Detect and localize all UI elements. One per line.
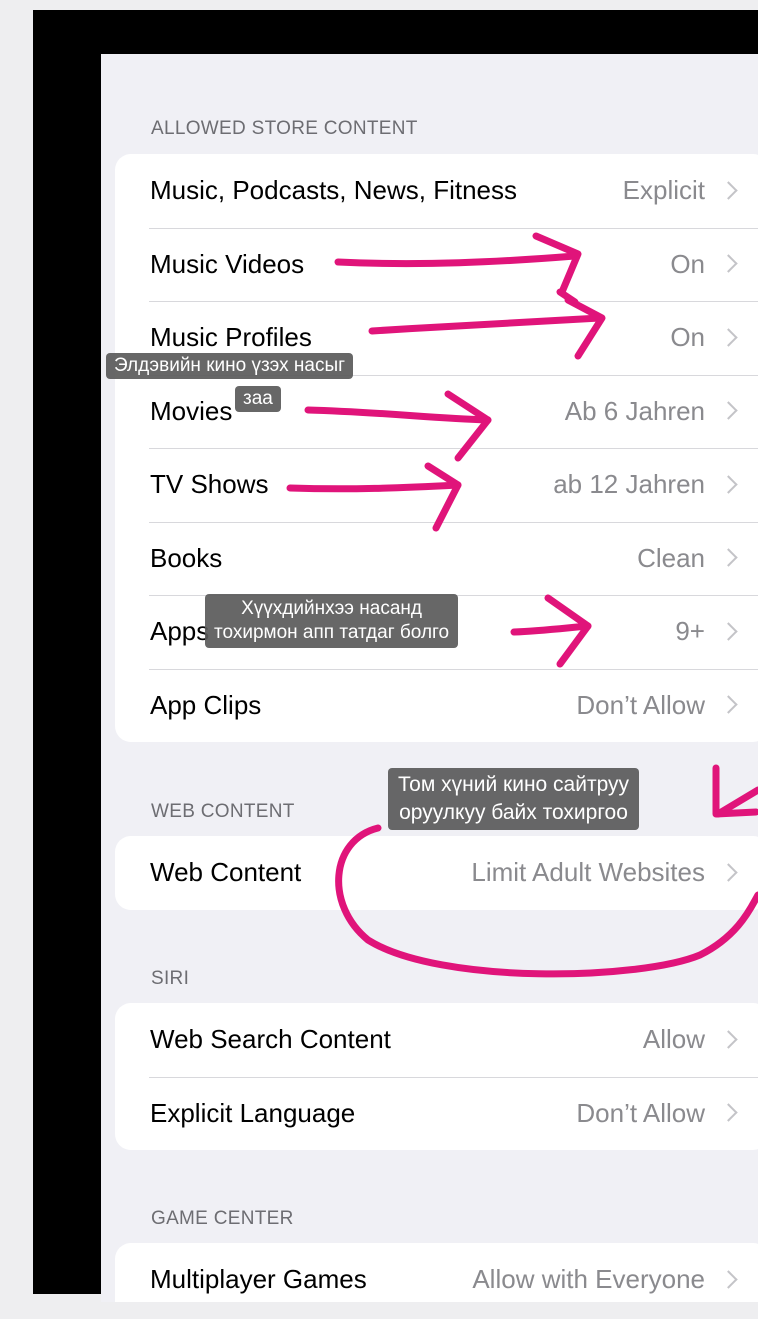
game-center-group: Multiplayer Games Allow with Everyone bbox=[115, 1243, 758, 1302]
annotation-movies-line2: заа bbox=[235, 386, 281, 412]
row-web-content[interactable]: Web Content Limit Adult Websites bbox=[115, 836, 758, 910]
chevron-right-icon bbox=[719, 475, 738, 494]
annotation-apps: Хүүхдийнхээ насанд тохирмон апп татдаг б… bbox=[205, 594, 459, 648]
row-music-videos[interactable]: Music Videos On bbox=[115, 227, 758, 302]
row-label: Music Videos bbox=[150, 248, 305, 279]
settings-screen: ALLOWED STORE CONTENT Music, Podcasts, N… bbox=[101, 54, 758, 1302]
row-label: TV Shows bbox=[150, 469, 269, 500]
row-label: Music, Podcasts, News, Fitness bbox=[150, 175, 517, 206]
row-value: Allow with Everyone bbox=[472, 1264, 705, 1295]
row-value: 9+ bbox=[675, 616, 705, 647]
row-value: Clean bbox=[637, 542, 705, 573]
chevron-right-icon bbox=[719, 695, 738, 714]
row-label: App Clips bbox=[150, 689, 262, 720]
section-header-game-center: GAME CENTER bbox=[151, 1208, 294, 1229]
row-explicit-language[interactable]: Explicit Language Don’t Allow bbox=[115, 1076, 758, 1151]
annotation-web-line1: Том хүний кино сайтруу bbox=[398, 773, 630, 796]
row-label: Web Search Content bbox=[150, 1024, 391, 1055]
phone-frame: ALLOWED STORE CONTENT Music, Podcasts, N… bbox=[33, 10, 758, 1302]
row-movies[interactable]: Movies Ab 6 Jahren bbox=[115, 374, 758, 449]
row-value: Ab 6 Jahren bbox=[564, 395, 705, 426]
chevron-right-icon bbox=[719, 1270, 738, 1289]
chevron-right-icon bbox=[719, 254, 738, 273]
row-value: ab 12 Jahren bbox=[553, 469, 705, 500]
chevron-right-icon bbox=[719, 401, 738, 420]
row-value: On bbox=[670, 248, 705, 279]
row-value: Allow bbox=[642, 1024, 705, 1055]
row-web-search-content[interactable]: Web Search Content Allow bbox=[115, 1003, 758, 1077]
section-header-web: WEB CONTENT bbox=[151, 801, 295, 822]
chevron-right-icon bbox=[719, 863, 738, 882]
section-header-siri: SIRI bbox=[151, 968, 190, 989]
annotation-apps-line2: тохирмон апп татдаг болго bbox=[214, 622, 450, 643]
row-tv-shows[interactable]: TV Shows ab 12 Jahren bbox=[115, 448, 758, 522]
chevron-right-icon bbox=[719, 622, 738, 641]
row-app-clips[interactable]: App Clips Don’t Allow bbox=[115, 668, 758, 743]
row-label: Multiplayer Games bbox=[150, 1264, 367, 1295]
row-value: Explicit bbox=[622, 175, 705, 206]
row-label: Apps bbox=[150, 616, 210, 647]
store-content-group: Music, Podcasts, News, Fitness Explicit … bbox=[115, 154, 758, 742]
row-label: Music Profiles bbox=[150, 322, 312, 353]
annotation-web-content: Том хүний кино сайтруу оруулкуу байх тох… bbox=[388, 768, 640, 830]
chevron-right-icon bbox=[719, 548, 738, 567]
row-value: On bbox=[670, 322, 705, 353]
chevron-right-icon bbox=[719, 1030, 738, 1049]
annotation-movies-line1: Элдэвийн кино үзэх насыг bbox=[106, 353, 354, 379]
row-music-podcasts[interactable]: Music, Podcasts, News, Fitness Explicit bbox=[115, 154, 758, 228]
row-label: Web Content bbox=[150, 857, 302, 888]
chevron-right-icon bbox=[719, 328, 738, 347]
row-value: Don’t Allow bbox=[576, 689, 705, 720]
siri-group: Web Search Content Allow Explicit Langua… bbox=[115, 1003, 758, 1150]
chevron-right-icon bbox=[719, 181, 738, 200]
annotation-web-line2: оруулкуу байх тохиргоо bbox=[399, 801, 628, 824]
section-header-store: ALLOWED STORE CONTENT bbox=[151, 118, 418, 139]
web-content-group: Web Content Limit Adult Websites bbox=[115, 836, 758, 910]
row-multiplayer-games[interactable]: Multiplayer Games Allow with Everyone bbox=[115, 1243, 758, 1302]
row-label: Movies bbox=[150, 395, 233, 426]
chevron-right-icon bbox=[719, 1103, 738, 1122]
annotation-apps-line1: Хүүхдийнхээ насанд bbox=[241, 598, 422, 619]
row-value: Don’t Allow bbox=[576, 1097, 705, 1128]
row-books[interactable]: Books Clean bbox=[115, 521, 758, 596]
row-label: Books bbox=[150, 542, 223, 573]
row-label: Explicit Language bbox=[150, 1097, 356, 1128]
row-value: Limit Adult Websites bbox=[471, 857, 705, 888]
